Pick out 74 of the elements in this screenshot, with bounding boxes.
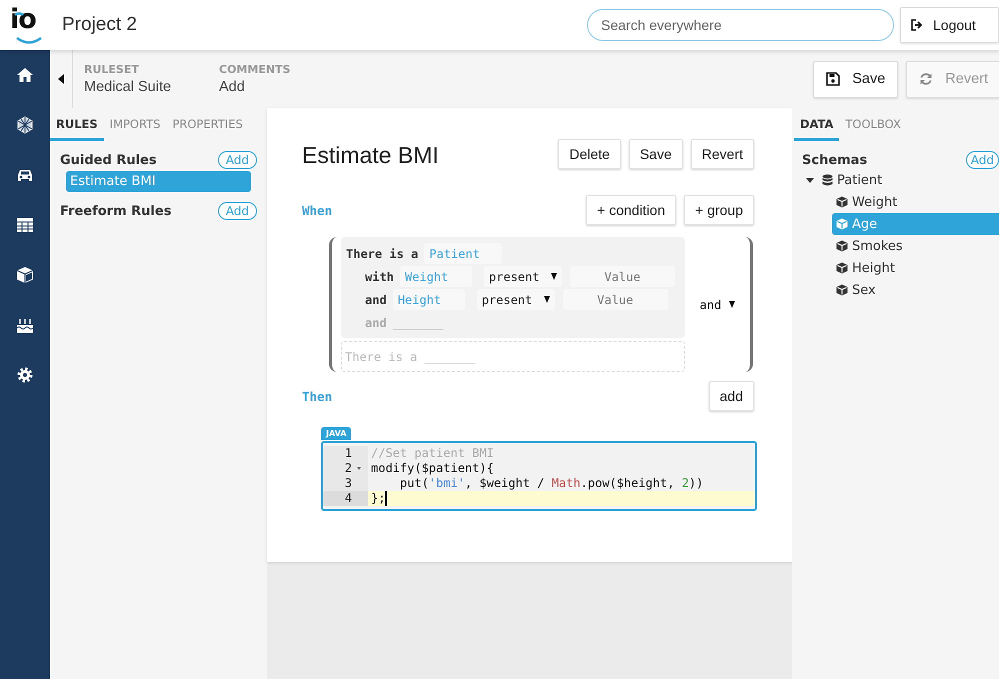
- collapse-icon[interactable]: [58, 74, 64, 84]
- field-label: COMMENTS: [219, 63, 292, 76]
- cube-icon: [836, 262, 848, 274]
- section-label: Then: [302, 388, 332, 404]
- caret-icon: [550, 273, 557, 280]
- action-button[interactable]: Delete: [558, 138, 621, 168]
- field-value: Add: [219, 79, 246, 95]
- field-label: RULESET: [84, 63, 140, 76]
- keyword-text: and: [365, 316, 387, 330]
- search-field[interactable]: Search everywhere: [587, 9, 894, 41]
- logout-button[interactable]: Logout: [900, 7, 999, 43]
- fold-icon[interactable]: [357, 467, 361, 470]
- tree-label: Weight: [852, 194, 898, 210]
- section-title: Guided Rules: [60, 152, 157, 168]
- action-button[interactable]: Save: [628, 138, 683, 168]
- tab[interactable]: DATA: [794, 110, 840, 141]
- action-button[interactable]: Revert: [690, 138, 754, 168]
- tree-label: Patient: [837, 172, 882, 188]
- settings-icon[interactable]: [16, 366, 34, 384]
- tree-item[interactable]: Smokes: [832, 235, 999, 257]
- tree-label: Sex: [852, 282, 876, 298]
- section-label: When: [302, 202, 332, 218]
- cube-icon: [836, 196, 848, 208]
- field-value: Medical Suite: [84, 79, 172, 95]
- value-field[interactable]: Value: [570, 266, 675, 287]
- add-button[interactable]: + condition: [586, 195, 676, 225]
- project-title: Project 2: [62, 14, 137, 36]
- table-icon[interactable]: [16, 216, 34, 234]
- operator-selector[interactable]: present: [484, 266, 562, 287]
- tree-label: Smokes: [852, 238, 903, 254]
- cube-icon: [836, 218, 848, 230]
- save-icon: [826, 72, 840, 86]
- tab[interactable]: RULES: [50, 110, 104, 141]
- keyword-text: with: [365, 270, 394, 284]
- cube-icon: [836, 240, 848, 252]
- cube-icon[interactable]: [16, 266, 34, 284]
- add-button[interactable]: + group: [684, 195, 754, 225]
- language-tag: JAVA: [321, 427, 352, 440]
- group-operator[interactable]: and: [700, 298, 722, 312]
- cube-icon: [836, 284, 848, 296]
- home-icon[interactable]: [16, 66, 34, 84]
- code-line: put('bmi', $weight / Math.pow($height, 2)): [398, 476, 704, 491]
- caret-icon: [729, 301, 736, 308]
- caret-icon: [544, 296, 550, 303]
- refresh-icon: [919, 72, 934, 86]
- sign-out-icon: [911, 19, 923, 31]
- tree-item[interactable]: Patient: [802, 169, 999, 191]
- tree-item[interactable]: Sex: [832, 279, 999, 301]
- save-button[interactable]: Save: [813, 60, 898, 98]
- code-line: modify($patient){: [371, 461, 494, 476]
- operator-selector[interactable]: present: [476, 289, 555, 310]
- code-editor[interactable]: 1 //Set patient BMI 2 modify($patient){ 3 put('bmi', $weight / Math.pow($height, 2)) 4 };: [321, 441, 757, 511]
- tree-label: Height: [852, 260, 895, 276]
- logo: io: [10, 5, 50, 45]
- add-button[interactable]: add: [708, 381, 754, 411]
- tree-item[interactable]: Height: [832, 257, 999, 279]
- line-number: 2: [344, 461, 352, 476]
- hexagon-icon[interactable]: [16, 116, 34, 134]
- tree-item[interactable]: Weight: [832, 191, 999, 213]
- section-title: Freeform Rules: [60, 204, 172, 218]
- line-number: 4: [344, 491, 352, 506]
- value-field[interactable]: Value: [562, 289, 668, 310]
- rule-title: Estimate BMI: [302, 142, 439, 169]
- tree-label: Age: [852, 216, 878, 232]
- code-line: //Set patient BMI: [371, 446, 494, 461]
- cake-icon[interactable]: [16, 316, 34, 334]
- database-icon: [822, 174, 833, 186]
- code-line: };: [371, 491, 386, 506]
- line-number: 3: [344, 476, 352, 491]
- keyword-text: There is a: [346, 246, 418, 260]
- line-number: 1: [344, 446, 352, 461]
- section-title: Schemas: [802, 152, 868, 168]
- expand-icon[interactable]: [806, 178, 814, 182]
- keyword-text: and: [365, 292, 387, 306]
